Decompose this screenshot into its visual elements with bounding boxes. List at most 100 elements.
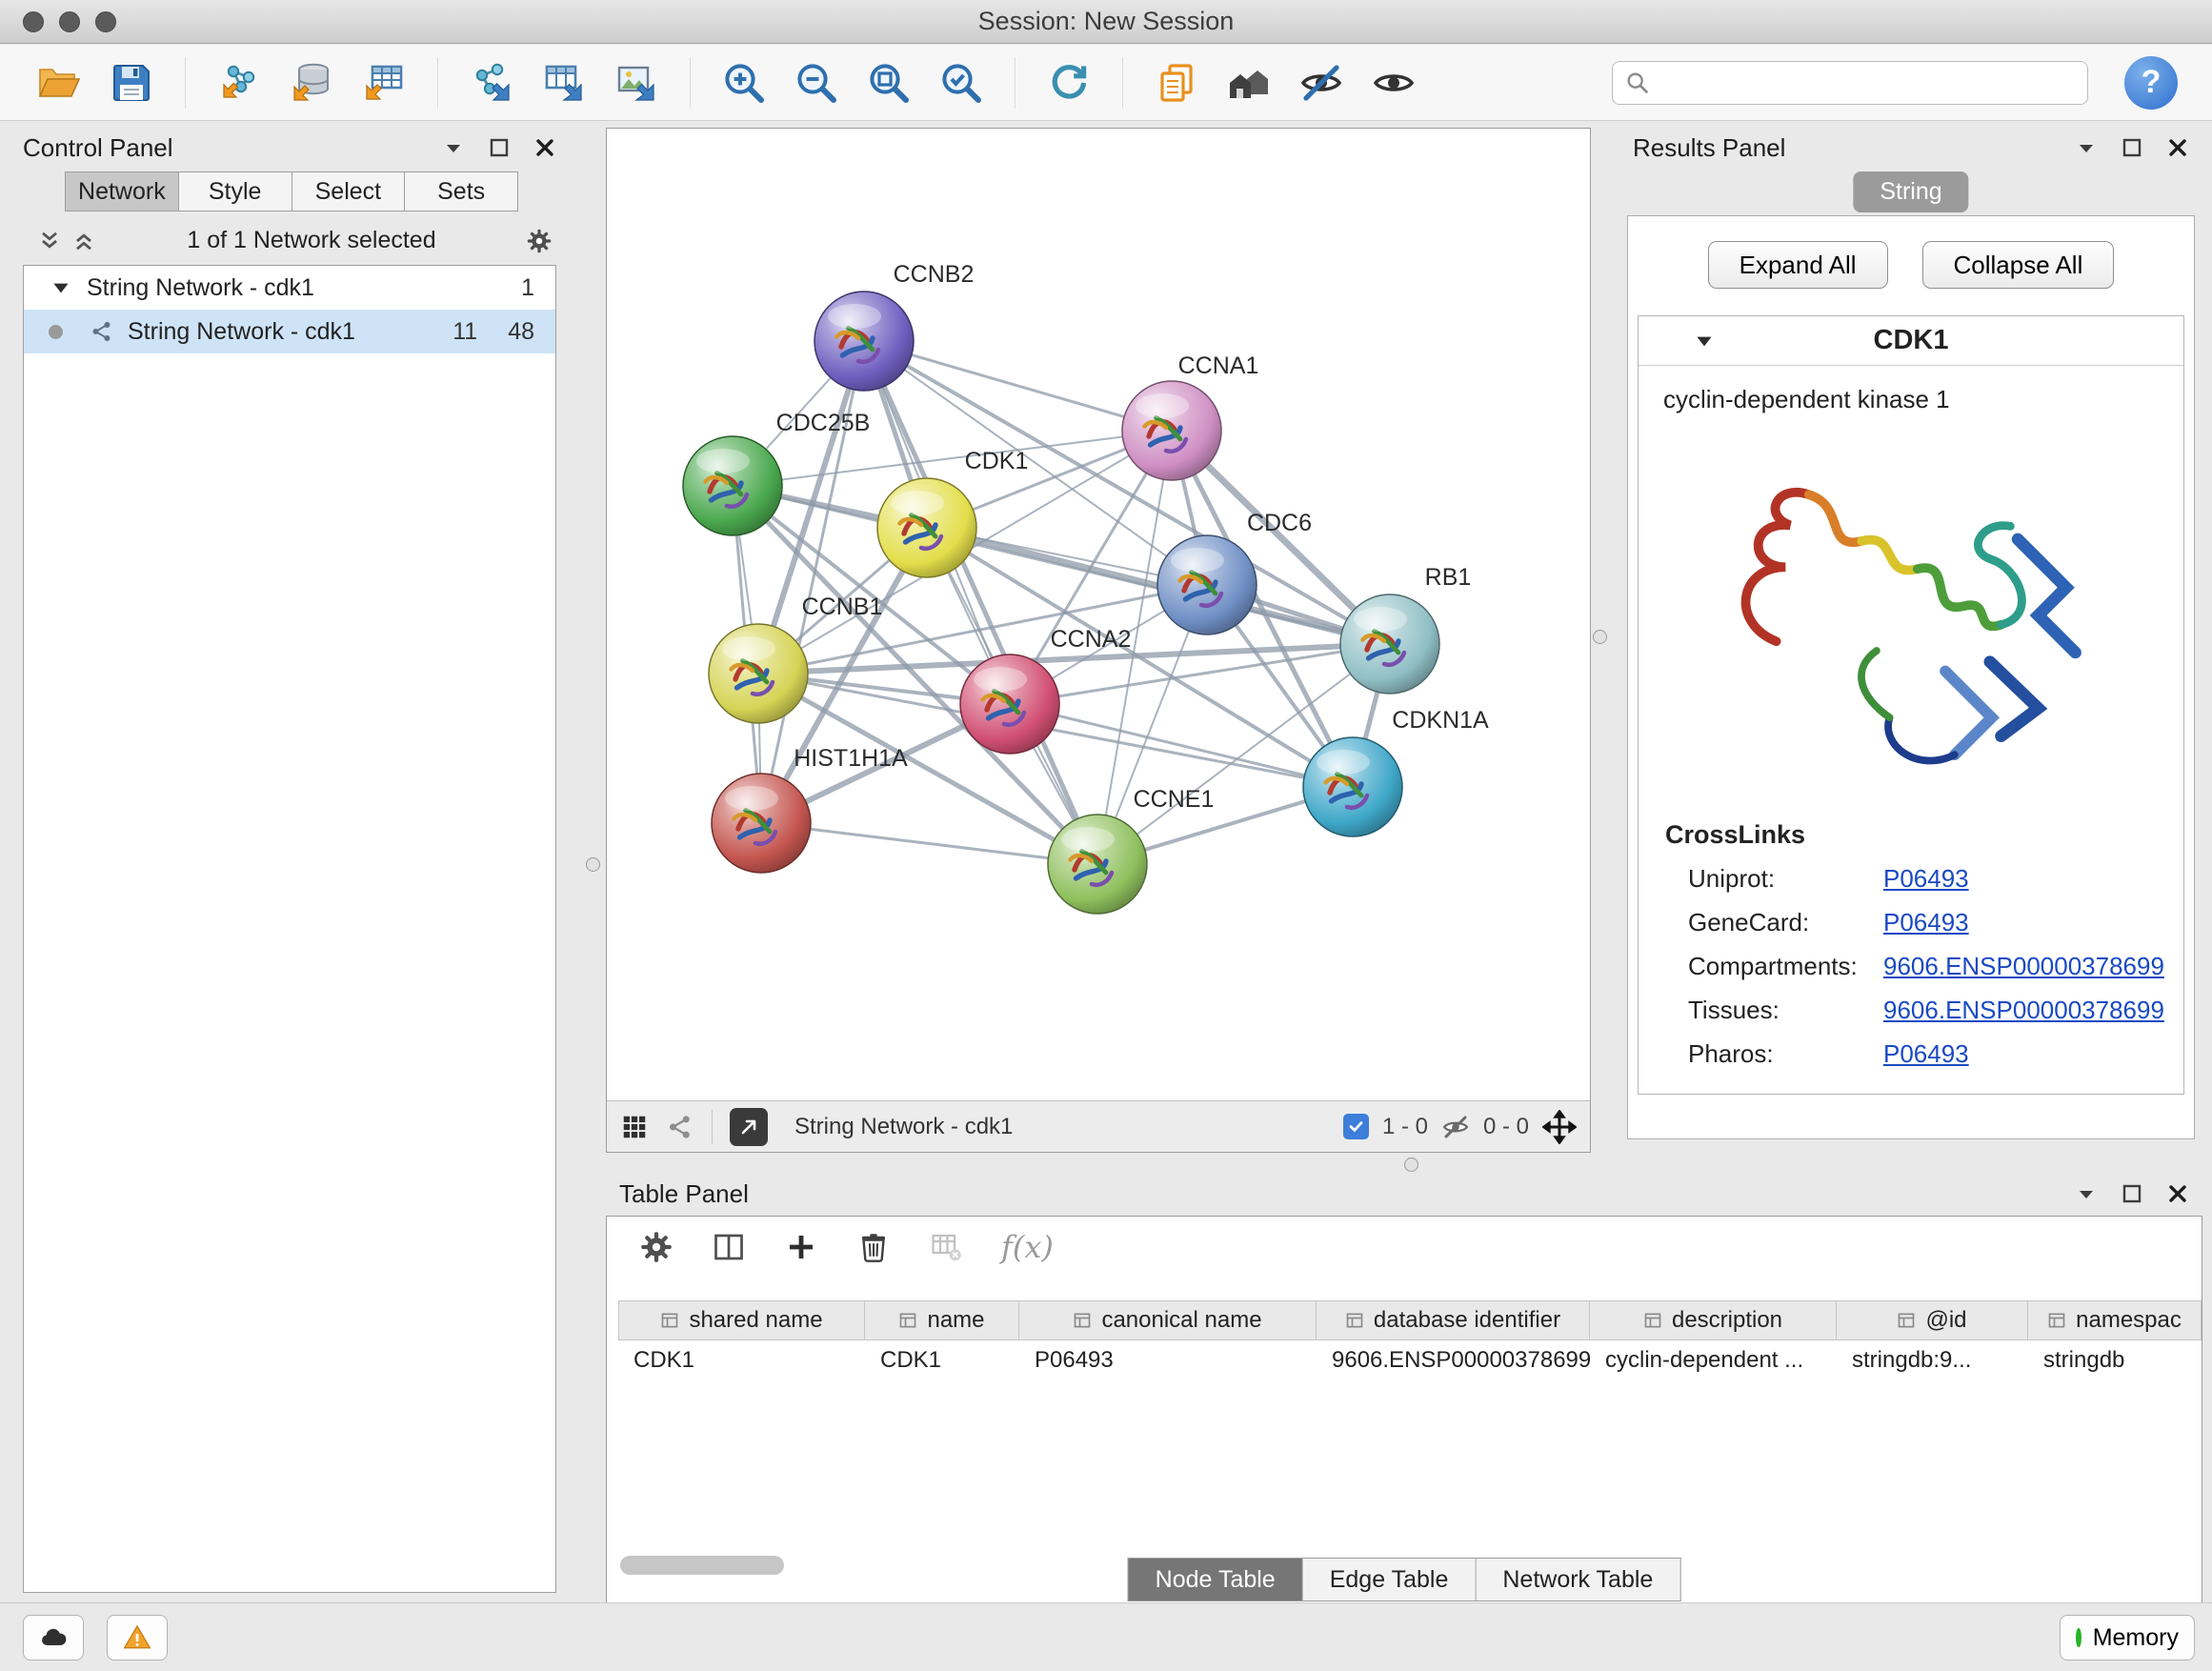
documents-icon bbox=[1154, 60, 1199, 106]
network-node-CCNA1[interactable]: CCNA1 bbox=[1122, 352, 1258, 480]
warnings-button[interactable] bbox=[107, 1615, 168, 1661]
column-header-shared-name[interactable]: shared name bbox=[618, 1300, 865, 1340]
column-header-namespace[interactable]: namespac bbox=[2028, 1300, 2202, 1340]
genecard-link[interactable]: P06493 bbox=[1883, 908, 1969, 937]
save-session-button[interactable] bbox=[101, 52, 162, 113]
expand-all-networks-icon[interactable] bbox=[36, 228, 63, 254]
import-table-from-file-button[interactable] bbox=[353, 52, 414, 113]
zoom-selected-button[interactable] bbox=[931, 52, 992, 113]
collapse-all-networks-icon[interactable] bbox=[70, 228, 97, 254]
network-collection-row[interactable]: String Network - cdk1 1 bbox=[24, 266, 555, 310]
close-window-button[interactable] bbox=[23, 11, 44, 32]
left-splitter-handle[interactable] bbox=[586, 857, 600, 872]
column-header-id[interactable]: @id bbox=[1837, 1300, 2028, 1340]
delete-table-icon[interactable] bbox=[929, 1230, 963, 1264]
expand-all-button[interactable]: Expand All bbox=[1708, 241, 1888, 289]
cell-database-identifier[interactable]: 9606.ENSP00000378699 bbox=[1317, 1340, 1590, 1380]
memory-button[interactable]: Memory bbox=[2060, 1615, 2195, 1661]
network-node-CDK1[interactable]: CDK1 bbox=[877, 448, 1028, 577]
column-header-description[interactable]: description bbox=[1590, 1300, 1837, 1340]
copy-documents-button[interactable] bbox=[1146, 52, 1207, 113]
search-input[interactable] bbox=[1660, 70, 2076, 96]
share-view-icon[interactable] bbox=[666, 1113, 694, 1141]
network-node-RB1[interactable]: RB1 bbox=[1340, 564, 1471, 694]
node-label-CDC6: CDC6 bbox=[1247, 510, 1312, 536]
tab-node-table[interactable]: Node Table bbox=[1128, 1558, 1303, 1601]
zoom-window-button[interactable] bbox=[95, 11, 116, 32]
maximize-panel-icon[interactable] bbox=[2121, 136, 2143, 159]
cell-shared-name[interactable]: CDK1 bbox=[618, 1340, 865, 1380]
column-header-name[interactable]: name bbox=[865, 1300, 1019, 1340]
hide-selected-button[interactable] bbox=[1291, 52, 1352, 113]
maximize-panel-icon[interactable] bbox=[2121, 1182, 2143, 1205]
table-options-gear-icon[interactable] bbox=[639, 1230, 674, 1264]
float-panel-icon[interactable] bbox=[2075, 1182, 2098, 1205]
apply-layout-button[interactable] bbox=[1038, 52, 1099, 113]
network-options-gear-icon[interactable] bbox=[526, 228, 553, 254]
show-all-button[interactable] bbox=[1363, 52, 1424, 113]
collapse-all-button[interactable]: Collapse All bbox=[1922, 241, 2115, 289]
right-splitter-handle[interactable] bbox=[1593, 630, 1607, 644]
collapse-triangle-icon[interactable] bbox=[49, 275, 73, 300]
export-image-button[interactable] bbox=[606, 52, 667, 113]
float-panel-icon[interactable] bbox=[2075, 136, 2098, 159]
collapse-section-triangle-icon[interactable] bbox=[1692, 329, 1717, 353]
hidden-items-eye-slash-icon[interactable] bbox=[1441, 1113, 1470, 1141]
tab-sets[interactable]: Sets bbox=[405, 171, 518, 211]
tab-network-table[interactable]: Network Table bbox=[1476, 1558, 1680, 1601]
open-view-in-window-button[interactable] bbox=[730, 1108, 768, 1146]
column-header-database-identifier[interactable]: database identifier bbox=[1317, 1300, 1590, 1340]
network-node-CCNB2[interactable]: CCNB2 bbox=[814, 261, 974, 391]
grid-view-icon[interactable] bbox=[620, 1113, 649, 1141]
maximize-panel-icon[interactable] bbox=[488, 136, 511, 159]
crosslinks-heading: CrossLinks bbox=[1665, 820, 2183, 850]
cloud-status-button[interactable] bbox=[23, 1615, 84, 1661]
tab-select[interactable]: Select bbox=[292, 171, 406, 211]
compartments-link[interactable]: 9606.ENSP00000378699 bbox=[1883, 952, 2164, 981]
network-node-CDKN1A[interactable]: CDKN1A bbox=[1303, 707, 1489, 836]
table-row[interactable]: CDK1 CDK1 P06493 9606.ENSP00000378699 cy… bbox=[618, 1340, 2202, 1380]
network-row[interactable]: String Network - cdk1 11 48 bbox=[24, 310, 555, 353]
tab-style[interactable]: Style bbox=[179, 171, 292, 211]
import-network-from-file-button[interactable] bbox=[209, 52, 270, 113]
export-table-button[interactable] bbox=[533, 52, 594, 113]
function-builder-fx-icon[interactable]: f(x) bbox=[1001, 1229, 1054, 1265]
protein-card-header[interactable]: CDK1 bbox=[1639, 316, 2183, 366]
cell-canonical-name[interactable]: P06493 bbox=[1019, 1340, 1317, 1380]
pan-move-icon[interactable] bbox=[1542, 1110, 1577, 1144]
create-column-plus-icon[interactable] bbox=[784, 1230, 818, 1264]
zoom-out-button[interactable] bbox=[786, 52, 847, 113]
bottom-splitter-handle[interactable] bbox=[1404, 1158, 1418, 1172]
tab-string[interactable]: String bbox=[1853, 171, 1968, 212]
houses-button[interactable] bbox=[1218, 52, 1279, 113]
delete-column-trash-icon[interactable] bbox=[856, 1230, 891, 1264]
scrollbar-thumb[interactable] bbox=[620, 1556, 784, 1575]
tissues-link[interactable]: 9606.ENSP00000378699 bbox=[1883, 996, 2164, 1025]
zoom-fit-button[interactable] bbox=[858, 52, 919, 113]
tab-edge-table[interactable]: Edge Table bbox=[1303, 1558, 1477, 1601]
close-panel-icon[interactable] bbox=[533, 136, 556, 159]
minimize-window-button[interactable] bbox=[59, 11, 80, 32]
show-columns-icon[interactable] bbox=[712, 1230, 746, 1264]
selected-items-checkbox-icon[interactable] bbox=[1343, 1114, 1369, 1139]
cell-namespace[interactable]: stringdb bbox=[2028, 1340, 2202, 1380]
tab-network[interactable]: Network bbox=[65, 171, 179, 211]
float-panel-icon[interactable] bbox=[442, 136, 465, 159]
close-panel-icon[interactable] bbox=[2166, 1182, 2189, 1205]
pharos-link[interactable]: P06493 bbox=[1883, 1039, 1969, 1069]
close-panel-icon[interactable] bbox=[2166, 136, 2189, 159]
open-session-button[interactable] bbox=[29, 52, 90, 113]
zoom-in-button[interactable] bbox=[714, 52, 774, 113]
network-node-HIST1H1A[interactable]: HIST1H1A bbox=[712, 745, 908, 873]
export-network-button[interactable] bbox=[461, 52, 522, 113]
cell-description[interactable]: cyclin-dependent ... bbox=[1590, 1340, 1837, 1380]
network-canvas[interactable]: CCNB2CCNA1CDC25BCDK1CDC6RB1CCNB1CCNA2CDK… bbox=[607, 129, 1590, 1100]
help-button[interactable]: ? bbox=[2124, 56, 2178, 110]
column-type-icon bbox=[1345, 1311, 1364, 1330]
cell-id[interactable]: stringdb:9... bbox=[1837, 1340, 2028, 1380]
column-header-canonical-name[interactable]: canonical name bbox=[1019, 1300, 1317, 1340]
cell-name[interactable]: CDK1 bbox=[865, 1340, 1019, 1380]
search-box[interactable] bbox=[1612, 61, 2088, 105]
import-network-from-database-button[interactable] bbox=[281, 52, 342, 113]
uniprot-link[interactable]: P06493 bbox=[1883, 864, 1969, 894]
